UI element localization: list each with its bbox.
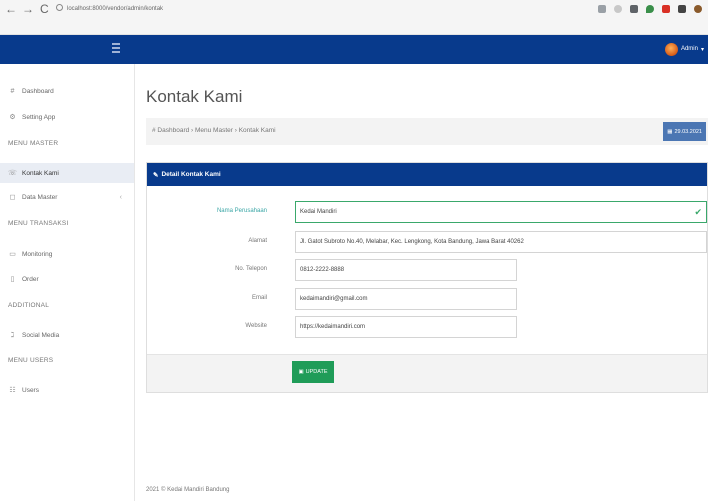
sidebar-header-menu-transaksi: MENU TRANSAKSI xyxy=(8,220,69,227)
sidebar-header-menu-users: MENU USERS xyxy=(8,357,54,364)
sidebar-item-setting-app[interactable]: ⚙ Setting App xyxy=(0,107,134,127)
alamat-value: Jl. Gatot Subroto No.40, Melabar, Kec. L… xyxy=(300,239,524,245)
breadcrumb-text[interactable]: # Dashboard › Menu Master › Kontak Kami xyxy=(152,127,276,134)
panel-footer xyxy=(147,354,707,392)
page-title: Kontak Kami xyxy=(146,87,243,106)
sidebar-item-label: Users xyxy=(22,386,39,394)
reload-icon[interactable]: C xyxy=(40,2,49,16)
sidebar-item-label: Monitoring xyxy=(22,250,53,258)
sidebar-item-monitoring[interactable]: ▭ Monitoring xyxy=(0,244,134,264)
no-telepon-field[interactable]: 0812-2222-8888 xyxy=(295,259,517,281)
website-value: https://kedaimandiri.com xyxy=(300,324,366,330)
browser-toolbar: ← → C localhost:8000/vendor/admin/kontak xyxy=(0,0,708,35)
page-footer: 2021 © Kedai Mandiri Bandung xyxy=(146,487,230,493)
sidebar-item-label: Social Media xyxy=(22,331,60,339)
calendar-icon: ▦ xyxy=(667,128,673,135)
panel-header: ✎ Detail Kontak Kami xyxy=(147,163,707,186)
extension-icons xyxy=(598,2,702,16)
label-email: Email xyxy=(251,295,267,301)
phone-icon: ☏ xyxy=(8,170,17,177)
label-nama-perusahaan: Nama Perusahaan xyxy=(216,208,267,214)
location-icon[interactable] xyxy=(646,5,654,13)
email-value: kedaimandiri@gmail.com xyxy=(300,296,368,302)
site-info-icon[interactable] xyxy=(56,4,63,11)
edit-icon: ✎ xyxy=(153,171,159,179)
sidebar-item-label: Data Master xyxy=(22,193,58,201)
admin-label: Admin xyxy=(680,46,698,52)
sidebar-item-label: Dashboard xyxy=(22,87,54,95)
alamat-field[interactable]: Jl. Gatot Subroto No.40, Melabar, Kec. L… xyxy=(295,231,707,253)
avatar xyxy=(664,42,678,56)
share-icon: ℷ xyxy=(10,332,15,339)
date-badge-label: 29.03.2021 xyxy=(674,128,702,135)
sidebar-item-kontak-kami[interactable]: ☏ Kontak Kami xyxy=(0,163,134,183)
chevron-down-icon: ▾ xyxy=(700,46,704,53)
sidebar-item-dashboard[interactable]: # Dashboard xyxy=(0,81,134,101)
extension-icon[interactable] xyxy=(630,5,638,13)
sidebar-item-users[interactable]: ☷ Users xyxy=(0,380,134,400)
update-button[interactable]: ▣ UPDATE xyxy=(292,361,334,383)
back-arrow-icon[interactable]: ← xyxy=(5,2,17,16)
date-badge: ▦ 29.03.2021 xyxy=(663,122,706,141)
email-field[interactable]: kedaimandiri@gmail.com xyxy=(295,288,517,310)
top-navbar: Admin ▾ xyxy=(0,35,708,64)
hamburger-menu-icon[interactable] xyxy=(112,43,120,53)
document-icon: ▯ xyxy=(10,276,15,283)
save-icon: ▣ xyxy=(298,369,304,375)
sidebar-item-order[interactable]: ▯ Order xyxy=(0,269,134,289)
detail-panel: ✎ Detail Kontak Kami Nama Perusahaan Ked… xyxy=(146,162,708,393)
update-button-label: UPDATE xyxy=(305,369,328,375)
star-icon[interactable] xyxy=(614,5,622,13)
folder-icon: ◻ xyxy=(9,194,16,201)
breadcrumb: # Dashboard › Menu Master › Kontak Kami … xyxy=(146,118,708,145)
translate-icon[interactable] xyxy=(598,5,606,13)
label-no-telepon: No. Telepon xyxy=(235,266,267,272)
red-extension-icon[interactable] xyxy=(662,5,670,13)
sidebar-item-data-master[interactable]: ◻ Data Master ‹ xyxy=(0,187,134,207)
label-website: Website xyxy=(245,323,267,329)
chevron-left-icon: ‹ xyxy=(119,193,122,201)
users-icon: ☷ xyxy=(9,387,16,394)
nama-perusahaan-value: Kedai Mandiri xyxy=(300,209,337,215)
address-bar[interactable]: localhost:8000/vendor/admin/kontak xyxy=(56,2,416,16)
check-icon: ✔ xyxy=(694,207,702,217)
sidebar-header-menu-master: MENU MASTER xyxy=(8,140,59,147)
nama-perusahaan-field[interactable]: Kedai Mandiri ✔ xyxy=(295,201,707,223)
sidebar: # Dashboard ⚙ Setting App MENU MASTER ☏ … xyxy=(0,64,135,501)
admin-dropdown[interactable]: Admin ▾ xyxy=(664,41,704,57)
no-telepon-value: 0812-2222-8888 xyxy=(300,267,345,273)
website-field[interactable]: https://kedaimandiri.com xyxy=(295,316,517,338)
sidebar-item-label: Setting App xyxy=(22,113,56,121)
url-text: localhost:8000/vendor/admin/kontak xyxy=(67,6,164,12)
puzzle-icon[interactable] xyxy=(678,5,686,13)
sidebar-item-label: Order xyxy=(22,275,39,283)
sidebar-header-additional: ADDITIONAL xyxy=(8,302,50,309)
profile-icon[interactable] xyxy=(694,5,702,13)
sidebar-item-label: Kontak Kami xyxy=(22,169,59,177)
sidebar-item-social-media[interactable]: ℷ Social Media xyxy=(0,325,134,345)
forward-arrow-icon[interactable]: → xyxy=(22,2,34,16)
monitor-icon: ▭ xyxy=(9,251,16,258)
panel-title: Detail Kontak Kami xyxy=(161,171,221,178)
label-alamat: Alamat xyxy=(248,238,267,244)
dashboard-icon: # xyxy=(10,87,15,95)
gear-icon: ⚙ xyxy=(9,114,16,121)
